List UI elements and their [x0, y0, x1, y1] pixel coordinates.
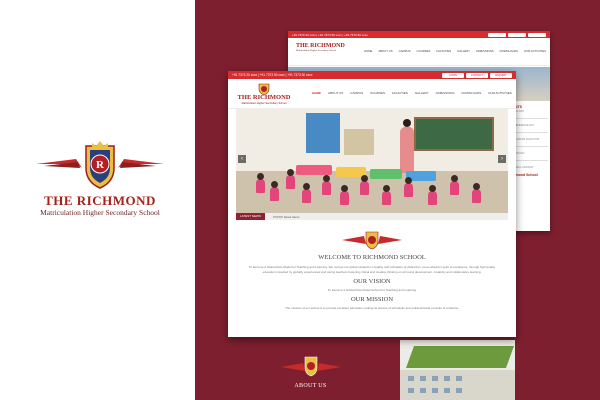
svg-text:R: R: [96, 159, 105, 171]
back-logo[interactable]: THE RICHMOND Matriculation Higher Second…: [296, 43, 345, 52]
vision-title: OUR VISION: [353, 278, 391, 285]
vision-text: To become a Global Role Model School for…: [327, 288, 417, 292]
site-logo[interactable]: THE RICHMOND Matriculation Higher Second…: [234, 83, 294, 107]
contact-button[interactable]: CONTACT: [466, 72, 488, 78]
news-label: LATEST NEWS: [236, 213, 265, 220]
hero-slider[interactable]: ‹ ›: [236, 109, 508, 213]
back-nav-item[interactable]: ADMISSIONS: [476, 49, 494, 53]
login-button[interactable]: LOGIN: [442, 72, 464, 78]
slider-next-icon[interactable]: ›: [498, 155, 506, 163]
back-top-button[interactable]: [528, 32, 546, 37]
back-nav: HOME ABOUT US CAMPUS COURSES FACILITIES …: [364, 49, 546, 53]
nav-campus[interactable]: CAMPUS: [350, 91, 363, 95]
nav-courses[interactable]: COURSES: [370, 91, 385, 95]
nav-activities[interactable]: OUR ACTIVITIES: [488, 91, 512, 95]
front-top-bar: +91 7373 20 xxxx | +91 7373 50 xxxx | +9…: [228, 71, 516, 79]
mission-text: The mission of our school is to provide …: [285, 306, 459, 310]
about-section: ABOUT US: [228, 355, 393, 389]
back-nav-item[interactable]: CAMPUS: [399, 49, 411, 53]
crest-icon: R: [85, 141, 115, 189]
building-image-bottom: [400, 340, 515, 400]
nav-about[interactable]: ABOUT US: [328, 91, 343, 95]
welcome-title: WELCOME TO RICHMOND SCHOOL: [318, 254, 426, 261]
news-text[interactable]: XXXXX News Items: [265, 215, 300, 219]
shelf-image: [306, 113, 340, 153]
about-title: ABOUT US: [294, 383, 327, 389]
brand-subtitle: Matriculation Higher Secondary School: [40, 208, 160, 217]
enquiry-button[interactable]: ENQUIRY: [490, 72, 512, 78]
nav-facilities[interactable]: FACILITIES: [392, 91, 408, 95]
back-nav-item[interactable]: DOWNLOADS: [500, 49, 518, 53]
contact-numbers: +91 7373 20 xxxx | +91 7373 50 xxxx | +9…: [232, 73, 313, 77]
news-ticker: LATEST NEWS XXXXX News Items: [236, 213, 508, 220]
front-header: THE RICHMOND Matriculation Higher Second…: [228, 79, 516, 109]
crest-icon: [280, 356, 341, 377]
back-top-button[interactable]: [508, 32, 526, 37]
nav-gallery[interactable]: GALLERY: [415, 91, 429, 95]
nav-home[interactable]: HOME: [312, 91, 321, 95]
brand-title: THE RICHMOND: [44, 193, 156, 208]
logo-title: THE RICHMOND: [237, 94, 291, 101]
back-nav-item[interactable]: GALLERY: [457, 49, 470, 53]
main-nav: HOME ABOUT US CAMPUS COURSES FACILITIES …: [312, 91, 512, 95]
logo-subtitle: Matriculation Higher Secondary School: [241, 102, 287, 105]
welcome-text: To become a Global Role Model for Teachi…: [248, 265, 496, 274]
back-nav-item[interactable]: ABOUT US: [378, 49, 392, 53]
back-contact: +91 7373 20 xxxx | +91 7373 50 xxxx | +9…: [292, 32, 368, 37]
back-header: THE RICHMOND Matriculation Higher Second…: [288, 38, 550, 66]
back-nav-item[interactable]: COURSES: [417, 49, 431, 53]
back-nav-item[interactable]: HOME: [364, 49, 372, 53]
chalkboard-image: [414, 117, 494, 151]
back-top-bar: +91 7373 20 xxxx | +91 7373 50 xxxx | +9…: [288, 31, 550, 38]
back-top-button[interactable]: [488, 32, 506, 37]
crest-icon: [342, 231, 402, 250]
nav-downloads[interactable]: DOWNLOADS: [461, 91, 481, 95]
front-browser-window: +91 7373 20 xxxx | +91 7373 50 xxxx | +9…: [228, 71, 516, 337]
back-nav-item[interactable]: FACILITIES: [436, 49, 451, 53]
mission-title: OUR MISSION: [350, 296, 394, 303]
teacher-figure: [400, 119, 414, 173]
welcome-section: WELCOME TO RICHMOND SCHOOL To become a G…: [228, 226, 516, 310]
back-nav-item[interactable]: OUR ACTIVITIES: [524, 49, 546, 53]
brand-logo: R THE RICHMOND Matriculation Higher Seco…: [30, 140, 170, 220]
slider-prev-icon[interactable]: ‹: [238, 155, 246, 163]
left-panel: R THE RICHMOND Matriculation Higher Seco…: [0, 0, 195, 400]
nav-admissions[interactable]: ADMISSIONS: [436, 91, 455, 95]
